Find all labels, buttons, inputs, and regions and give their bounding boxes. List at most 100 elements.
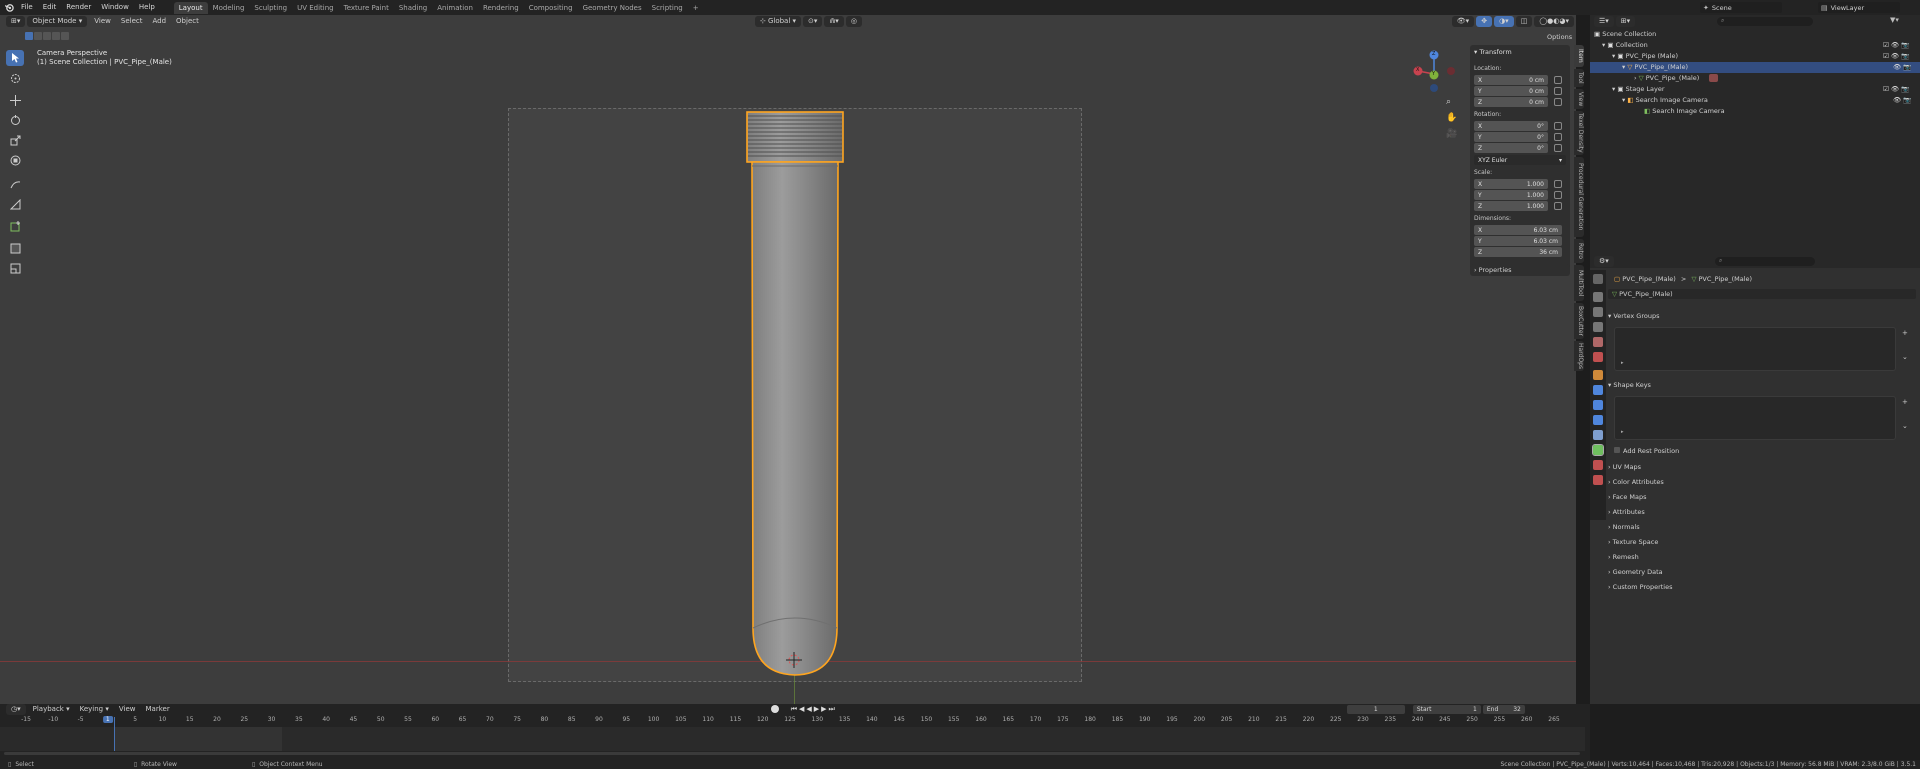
scale-y-field[interactable]: Y 1.000 [1474,190,1548,200]
transform-tool-icon[interactable] [6,152,24,168]
tab-scripting[interactable]: Scripting [647,2,688,14]
measure-tool-icon[interactable] [6,196,24,212]
visibility-icons[interactable]: 👁 📷 [1893,95,1911,106]
menu-help[interactable]: Help [134,0,160,15]
mode-select[interactable]: Object Mode ▾ [27,16,88,27]
pan-hand-icon[interactable]: ✋ [1446,113,1457,123]
lock-icon[interactable] [1554,122,1562,130]
outliner-row-search-camera-data[interactable]: ◧ Search Image Camera [1590,106,1920,117]
zoom-icon[interactable]: ⌕ [1446,97,1451,107]
constraints-tab-icon[interactable] [1593,430,1603,440]
move-tool-icon[interactable] [6,92,24,108]
lock-icon[interactable] [1554,87,1562,95]
dimension-x-field[interactable]: X 6.03 cm [1474,225,1562,235]
snap-button[interactable]: ⋒▾ [824,16,844,27]
view-layer-selector[interactable]: ▤ ViewLayer [1818,2,1900,13]
rotate-tool-icon[interactable] [6,112,24,128]
lock-icon[interactable] [1554,98,1562,106]
outliner-row-scene-collection[interactable]: ▣ Scene Collection [1590,29,1920,40]
retopo-tool-icon[interactable] [6,240,24,256]
lock-icon[interactable] [1554,144,1562,152]
properties-subpanel-header[interactable]: › Properties [1470,264,1570,276]
outliner-row-collection[interactable]: ▾ ▣ Collection ☑ 👁 📷 [1590,40,1920,51]
lock-icon[interactable] [1554,202,1562,210]
rotation-x-field[interactable]: X 0° [1474,121,1548,131]
navigation-gizmo[interactable]: Z X Y [1408,48,1460,100]
color-attributes-header[interactable]: › Color Attributes [1608,476,1916,488]
overlay-toggle[interactable]: ◑▾ [1494,16,1514,27]
playback-controls[interactable]: ⏮◀◀▶▶⏭ [791,705,837,714]
scale-tool-icon[interactable] [6,132,24,148]
rotation-z-field[interactable]: Z 0° [1474,143,1548,153]
outliner-editor-type[interactable]: ☰▾ [1594,16,1614,27]
record-button[interactable] [770,705,779,713]
visibility-button[interactable]: 👁▾ [1451,16,1475,27]
tab-hardops[interactable]: HardOps [1574,341,1584,371]
tab-rendering[interactable]: Rendering [478,2,524,14]
menu-render[interactable]: Render [61,0,96,15]
current-frame-field[interactable]: 1 [1346,704,1405,714]
editor-type-button[interactable]: ⊞▾ [6,16,26,27]
blender-logo-icon[interactable] [2,3,16,12]
start-frame-field[interactable]: Start 1 [1412,704,1481,714]
pivot-point-button[interactable]: ⊙▾ [803,16,823,27]
visibility-icons[interactable]: ☑ 👁 📷 [1883,40,1909,51]
tool-tab-icon[interactable] [1593,274,1603,284]
normals-header[interactable]: › Normals [1608,521,1916,533]
pvc-pipe-object[interactable] [740,108,850,684]
tab-compositing[interactable]: Compositing [524,2,578,14]
location-y-field[interactable]: Y0 cm [1474,86,1548,96]
gizmo-toggle[interactable]: ✥ [1476,16,1493,27]
rotation-mode-select[interactable]: XYZ Euler ▾ [1474,155,1566,165]
rotation-y-field[interactable]: Y 0° [1474,132,1548,142]
menu-window[interactable]: Window [96,0,134,15]
filter-icon[interactable]: ▼▾ [1890,16,1899,24]
dimension-y-field[interactable]: Y 6.03 cm [1474,236,1562,246]
select-mode-buttons[interactable] [25,32,69,40]
outliner-row-pvc-pipe-mesh[interactable]: › ▽ PVC_Pipe_(Male) [1590,73,1920,84]
select-extend-icon[interactable] [34,32,42,40]
cursor-tool-icon[interactable] [6,70,24,86]
add-rest-position-checkbox[interactable]: Add Rest Position [1614,445,1920,457]
mesh-data-tab-icon[interactable] [1592,444,1604,456]
tab-sculpting[interactable]: Sculpting [249,2,292,14]
tab-geometry-nodes[interactable]: Geometry Nodes [578,2,647,14]
tab-tool[interactable]: Tool [1574,69,1584,87]
select-menu[interactable]: Select [116,16,148,27]
vertex-groups-header[interactable]: ▾ Vertex Groups [1608,310,1916,322]
shading-modes[interactable]: ◯●◐◕▾ [1534,16,1574,27]
scene-selector[interactable]: ✦ Scene [1700,2,1782,13]
outliner-row-pvc-pipe-object[interactable]: ▾ ▽ PVC_Pipe_(Male) 👁 📷 [1590,62,1920,73]
lock-icon[interactable] [1554,133,1562,141]
outliner-row-pvc-pipe-collection[interactable]: ▾ ▣ PVC_Pipe (Male) ☑ 👁 📷 [1590,51,1920,62]
marker-menu[interactable]: Marker [141,704,175,715]
view-menu[interactable]: View [89,16,116,27]
add-shape-key-button[interactable]: + [1902,398,1908,406]
particles-tab-icon[interactable] [1593,400,1603,410]
uv-maps-header[interactable]: › UV Maps [1608,461,1916,473]
scale-z-field[interactable]: Z 1.000 [1474,201,1548,211]
material-tab-icon[interactable] [1593,460,1603,470]
shape-keys-list[interactable]: ▸ [1614,396,1896,440]
timeline-editor-type[interactable]: ◷▾ [6,703,26,715]
tab-item[interactable]: Item [1574,45,1584,67]
tab-multitool[interactable]: MultiTool [1574,265,1584,301]
annotate-tool-icon[interactable] [6,176,24,192]
camera-view-icon[interactable]: 🎥 [1446,129,1457,139]
xray-toggle[interactable]: ◫ [1515,16,1533,27]
mesh-datablock-field[interactable]: ▽ PVC_Pipe_(Male) [1608,289,1916,299]
end-frame-field[interactable]: End 32 [1482,704,1525,714]
select-subtract-icon[interactable] [43,32,51,40]
add-menu[interactable]: Add [147,16,171,27]
tab-uv-editing[interactable]: UV Editing [292,2,339,14]
scene-tab-icon[interactable] [1593,337,1603,347]
transform-orientation-select[interactable]: ⊹ Global ▾ [754,16,802,27]
world-tab-icon[interactable] [1593,352,1603,362]
face-maps-header[interactable]: › Face Maps [1608,491,1916,503]
object-tab-icon[interactable] [1593,370,1603,380]
tab-procedural-generation[interactable]: Procedural Generation [1574,157,1584,237]
render-tab-icon[interactable] [1593,292,1603,302]
texture-tab-icon[interactable] [1593,475,1603,485]
select-tool-icon[interactable] [6,50,24,66]
display-mode-button[interactable]: ⊞▾ [1615,16,1636,27]
